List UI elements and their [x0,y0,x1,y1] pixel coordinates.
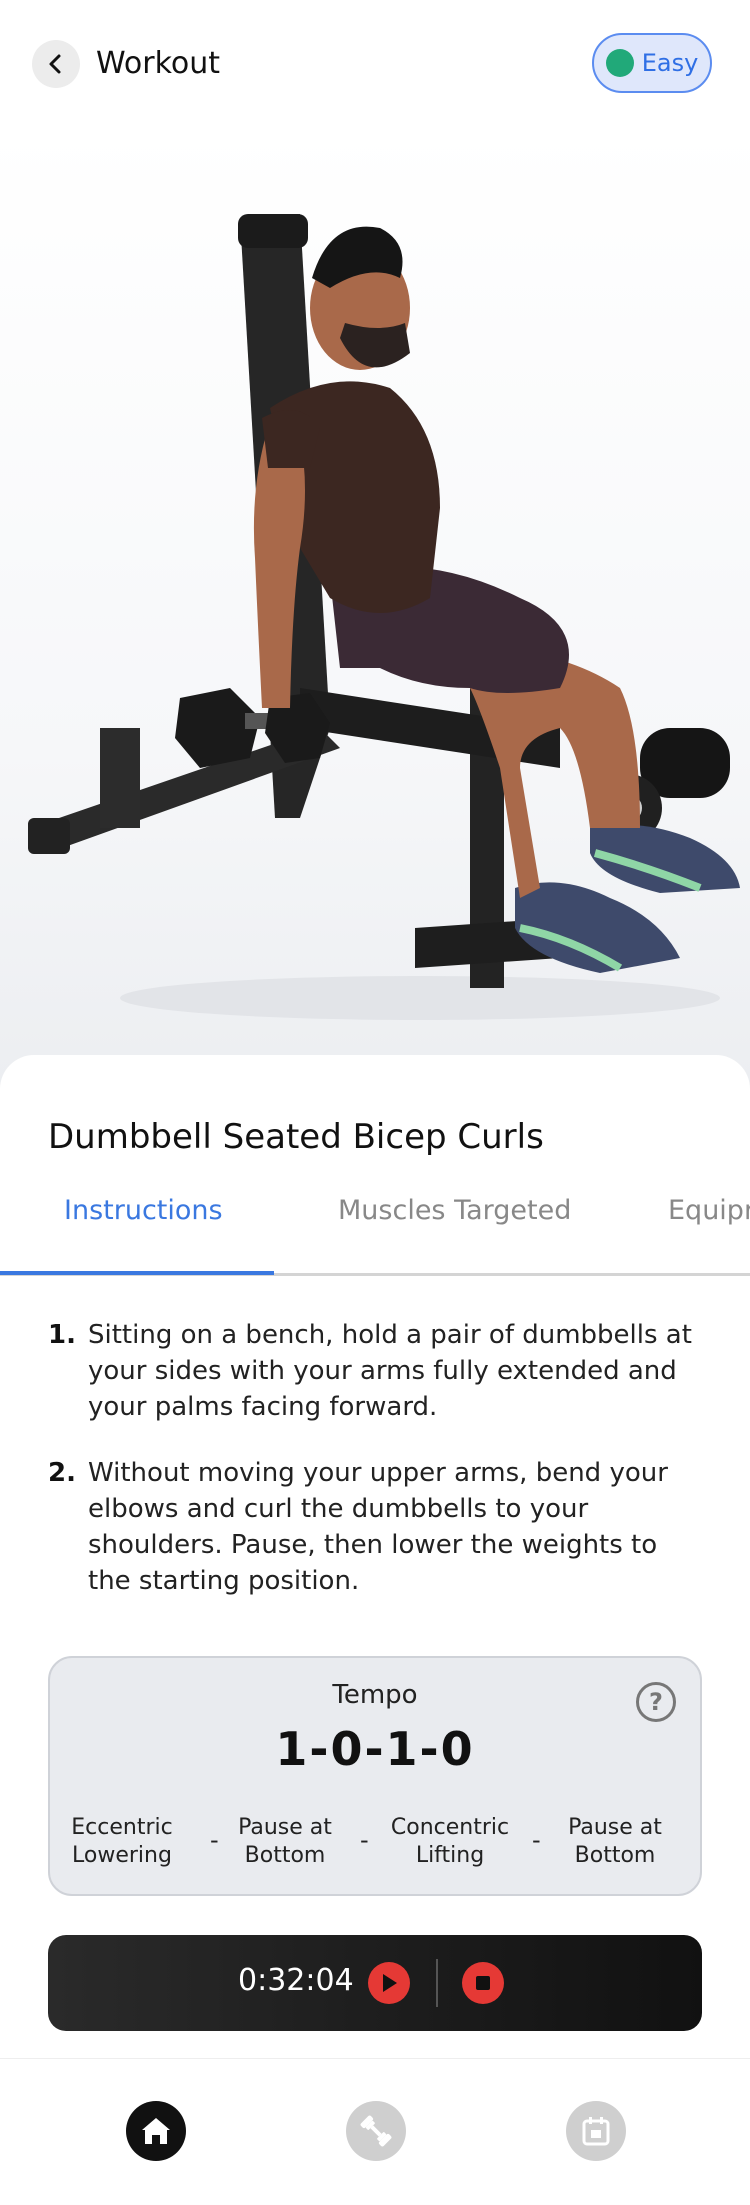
nav-home[interactable] [126,2101,186,2161]
phase-line: Concentric [390,1815,510,1840]
tempo-phase-concentric: Concentric Lifting [380,1814,520,1870]
phase-line: Lowering [72,1843,172,1868]
tempo-title: Tempo [332,1680,418,1710]
phase-line: Pause at [238,1815,332,1840]
list-item: 1. Sitting on a bench, hold a pair of du… [48,1317,698,1425]
phase-line: Bottom [244,1843,326,1868]
difficulty-badge[interactable]: Easy [592,33,712,93]
play-icon [383,1974,397,1992]
list-item: 2. Without moving your upper arms, bend … [48,1455,698,1599]
step-text: Without moving your upper arms, bend you… [88,1458,668,1596]
exercise-illustration [28,214,740,1020]
chevron-left-icon [49,54,61,74]
phase-line: Pause at [568,1815,662,1840]
stop-button[interactable] [462,1962,504,2004]
step-number: 1. [48,1320,76,1350]
tab-muscles-targeted[interactable]: Muscles Targeted [338,1195,571,1226]
tempo-card: Tempo 1-0-1-0 ? Eccentric Lowering - Pau… [48,1656,702,1896]
instructions-list: 1. Sitting on a bench, hold a pair of du… [48,1317,698,1629]
step-text: Sitting on a bench, hold a pair of dumbb… [88,1320,692,1422]
nav-workouts[interactable] [346,2101,406,2161]
difficulty-dot [605,49,634,77]
tab-equipment[interactable]: Equipr [668,1195,750,1226]
back-button[interactable] [32,40,80,88]
step-number: 2. [48,1458,76,1488]
phase-separator: - [360,1826,369,1854]
timer-divider [436,1959,438,2007]
bottom-nav [0,2058,750,2205]
help-icon[interactable]: ? [636,1682,676,1722]
tab-bar: Instructions Muscles Targeted Equipr [0,1195,750,1255]
phase-separator: - [532,1826,541,1854]
play-button[interactable] [368,1962,410,2004]
home-icon [142,2118,170,2144]
exercise-image [0,128,750,1088]
phase-line: Lifting [415,1843,485,1868]
page-title: Workout [96,46,221,81]
tab-instructions[interactable]: Instructions [64,1195,223,1226]
phase-line: Bottom [574,1843,656,1868]
phase-separator: - [210,1826,219,1854]
calendar-icon [582,2117,610,2146]
timer-display: 0:32:04 [238,1963,354,1998]
tempo-phase-eccentric: Eccentric Lowering [62,1814,182,1870]
difficulty-label: Easy [641,49,699,77]
workout-timer-bar: 0:32:04 [48,1935,702,2031]
exercise-name: Dumbbell Seated Bicep Curls [48,1117,544,1157]
tempo-value: 1-0-1-0 [275,1722,475,1776]
tempo-phase-pause-bottom-2: Pause at Bottom [550,1814,680,1870]
stop-icon [476,1976,490,1990]
dumbbell-icon [360,2115,392,2147]
tab-active-indicator [0,1271,274,1275]
exercise-details-sheet: Dumbbell Seated Bicep Curls Instructions… [0,1055,750,2204]
nav-calendar[interactable] [566,2101,626,2161]
phase-line: Eccentric [71,1815,173,1840]
top-bar: Workout Easy [0,0,750,130]
tempo-phase-pause-bottom: Pause at Bottom [230,1814,340,1870]
